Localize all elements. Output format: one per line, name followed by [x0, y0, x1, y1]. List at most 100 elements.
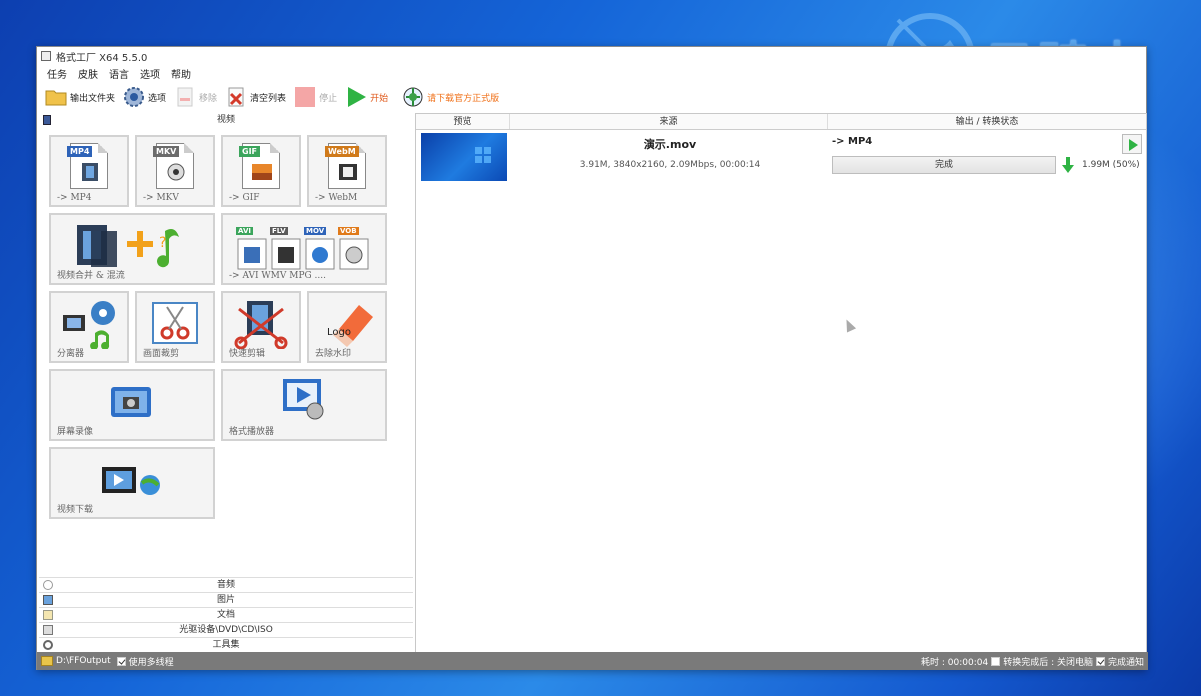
status-right: 耗时 : 00:00:04 转换完成后 : 关闭电脑 完成通知 — [921, 655, 1144, 668]
download-official-button[interactable]: 请下载官方正式版 — [402, 84, 499, 110]
multi-format-icon: AVI FLV MOV VOB — [236, 225, 372, 271]
category-document[interactable]: 文档 — [39, 607, 413, 622]
options-label: 选项 — [148, 93, 167, 104]
clear-list-button[interactable]: 清空列表 — [225, 84, 286, 110]
tile-multi-format[interactable]: AVI FLV MOV VOB -> AVI WMV MPG .... — [221, 213, 387, 285]
tile-merge[interactable]: ? 视频合并 & 混流 — [49, 213, 215, 285]
document-label: 文档 — [216, 610, 235, 620]
screen-record-icon — [111, 387, 151, 417]
start-label: 开始 — [370, 93, 389, 104]
category-disc[interactable]: 光驱设备\DVD\CD\ISO — [39, 622, 413, 637]
menu-bar: 任务 皮肤 语言 选项 帮助 — [37, 66, 191, 82]
output-size: 1.99M (50%) — [1082, 160, 1140, 170]
category-audio[interactable]: 音频 — [39, 577, 413, 592]
mp4-badge: MP4 — [67, 146, 93, 157]
tools-label: 工具集 — [212, 640, 240, 650]
remove-watermark-label: 去除水印 — [315, 349, 352, 359]
video-header-label: 视频 — [216, 115, 235, 125]
stop-button[interactable]: 停止 — [294, 84, 337, 110]
folder-icon — [45, 90, 67, 106]
start-button[interactable]: 开始 — [345, 84, 388, 110]
screen-record-label: 屏幕录像 — [57, 427, 94, 437]
audio-icon — [43, 580, 53, 590]
mov-badge: MOV — [304, 227, 327, 235]
player-icon — [283, 379, 324, 420]
tile-crop[interactable]: 画面裁剪 — [135, 291, 215, 363]
tile-screen-record[interactable]: 屏幕录像 — [49, 369, 215, 441]
splitter-icon — [63, 301, 115, 349]
tile-mp4[interactable]: MP4 -> MP4 — [49, 135, 129, 207]
play-output-button[interactable] — [1122, 134, 1142, 154]
menu-task[interactable]: 任务 — [47, 66, 67, 82]
source-info: 3.91M, 3840x2160, 2.09Mbps, 00:00:14 — [579, 160, 761, 170]
stop-label: 停止 — [319, 93, 338, 104]
menu-help[interactable]: 帮助 — [171, 66, 191, 82]
tools-icon — [43, 640, 53, 650]
remove-button[interactable]: 移除 — [174, 84, 217, 110]
clear-list-label: 清空列表 — [250, 93, 287, 104]
tile-gif[interactable]: GIF -> GIF — [221, 135, 301, 207]
multi-format-label: -> AVI WMV MPG .... — [229, 271, 327, 281]
down-arrow-icon — [1062, 157, 1074, 173]
category-video-header[interactable]: 视频 — [39, 113, 413, 127]
output-target: -> MP4 — [832, 136, 873, 147]
tile-quick-cut[interactable]: 快速剪辑 — [221, 291, 301, 363]
crop-icon — [152, 302, 198, 344]
mp4-label: -> MP4 — [57, 193, 92, 203]
merge-icon: ? — [77, 225, 179, 268]
window-title: 格式工厂 X64 5.5.0 — [56, 52, 148, 64]
webm-label: -> WebM — [315, 193, 358, 203]
options-button[interactable]: 选项 — [123, 84, 166, 110]
webm-badge: WebM — [325, 146, 359, 157]
tile-mkv[interactable]: MKV -> MKV — [135, 135, 215, 207]
crop-label: 画面裁剪 — [143, 349, 180, 359]
eraser-icon — [333, 305, 373, 347]
col-preview[interactable]: 预览 — [416, 114, 510, 129]
toolbar: 输出文件夹 选项 移除 清空列表 停止 开始 请下载官方正式版 — [37, 83, 507, 111]
conversion-status: 完成 — [832, 156, 1056, 174]
mp4-icon: MP4 — [67, 143, 108, 189]
tile-player[interactable]: 格式播放器 — [221, 369, 387, 441]
tile-splitter[interactable]: 分离器 — [49, 291, 129, 363]
audio-label: 音频 — [216, 580, 235, 590]
vob-badge: VOB — [338, 227, 359, 235]
category-list: 音频 图片 文档 光驱设备\DVD\CD\ISO 工具集 — [39, 577, 413, 652]
menu-options[interactable]: 选项 — [140, 66, 160, 82]
tile-remove-watermark[interactable]: Logo 去除水印 — [307, 291, 387, 363]
output-folder-button[interactable]: 输出文件夹 — [45, 84, 115, 110]
globe-icon — [403, 87, 423, 107]
multithread-label: 使用多线程 — [128, 657, 174, 668]
disc-label: 光驱设备\DVD\CD\ISO — [179, 625, 273, 635]
image-label: 图片 — [216, 595, 235, 605]
app-icon — [41, 51, 51, 61]
disc-icon — [43, 625, 53, 635]
notify-checkbox[interactable] — [1095, 656, 1105, 666]
output-folder-label: 输出文件夹 — [70, 93, 116, 104]
category-tools[interactable]: 工具集 — [39, 637, 413, 652]
download-official-label: 请下载官方正式版 — [427, 93, 500, 104]
webm-icon: WebM — [325, 143, 366, 189]
after-convert-checkbox[interactable] — [991, 656, 1001, 666]
category-image[interactable]: 图片 — [39, 592, 413, 607]
clear-icon — [228, 87, 244, 107]
gif-label: -> GIF — [229, 193, 260, 203]
task-row[interactable]: 演示.mov 3.91M, 3840x2160, 2.09Mbps, 00:00… — [416, 130, 1146, 182]
preview-thumbnail — [421, 133, 507, 181]
menu-skin[interactable]: 皮肤 — [78, 66, 98, 82]
tile-webm[interactable]: WebM -> WebM — [307, 135, 387, 207]
format-factory-window: 格式工厂 X64 5.5.0 任务 皮肤 语言 选项 帮助 输出文件夹 选项 移… — [36, 46, 1148, 670]
video-download-icon — [102, 467, 160, 495]
merge-label: 视频合并 & 混流 — [57, 271, 125, 281]
tile-video-download[interactable]: 视频下载 — [49, 447, 215, 519]
quick-cut-label: 快速剪辑 — [229, 349, 266, 359]
output-path[interactable]: D:\FFOutput — [56, 656, 111, 666]
col-source[interactable]: 来源 — [510, 114, 828, 129]
gear-icon — [124, 87, 145, 107]
col-output-status[interactable]: 输出 / 转换状态 — [828, 114, 1146, 129]
gif-icon: GIF — [239, 143, 280, 189]
notify-label: 完成通知 — [1107, 657, 1144, 668]
player-label: 格式播放器 — [229, 427, 275, 437]
multithread-checkbox[interactable] — [116, 656, 126, 666]
menu-language[interactable]: 语言 — [109, 66, 129, 82]
image-icon — [43, 595, 53, 605]
